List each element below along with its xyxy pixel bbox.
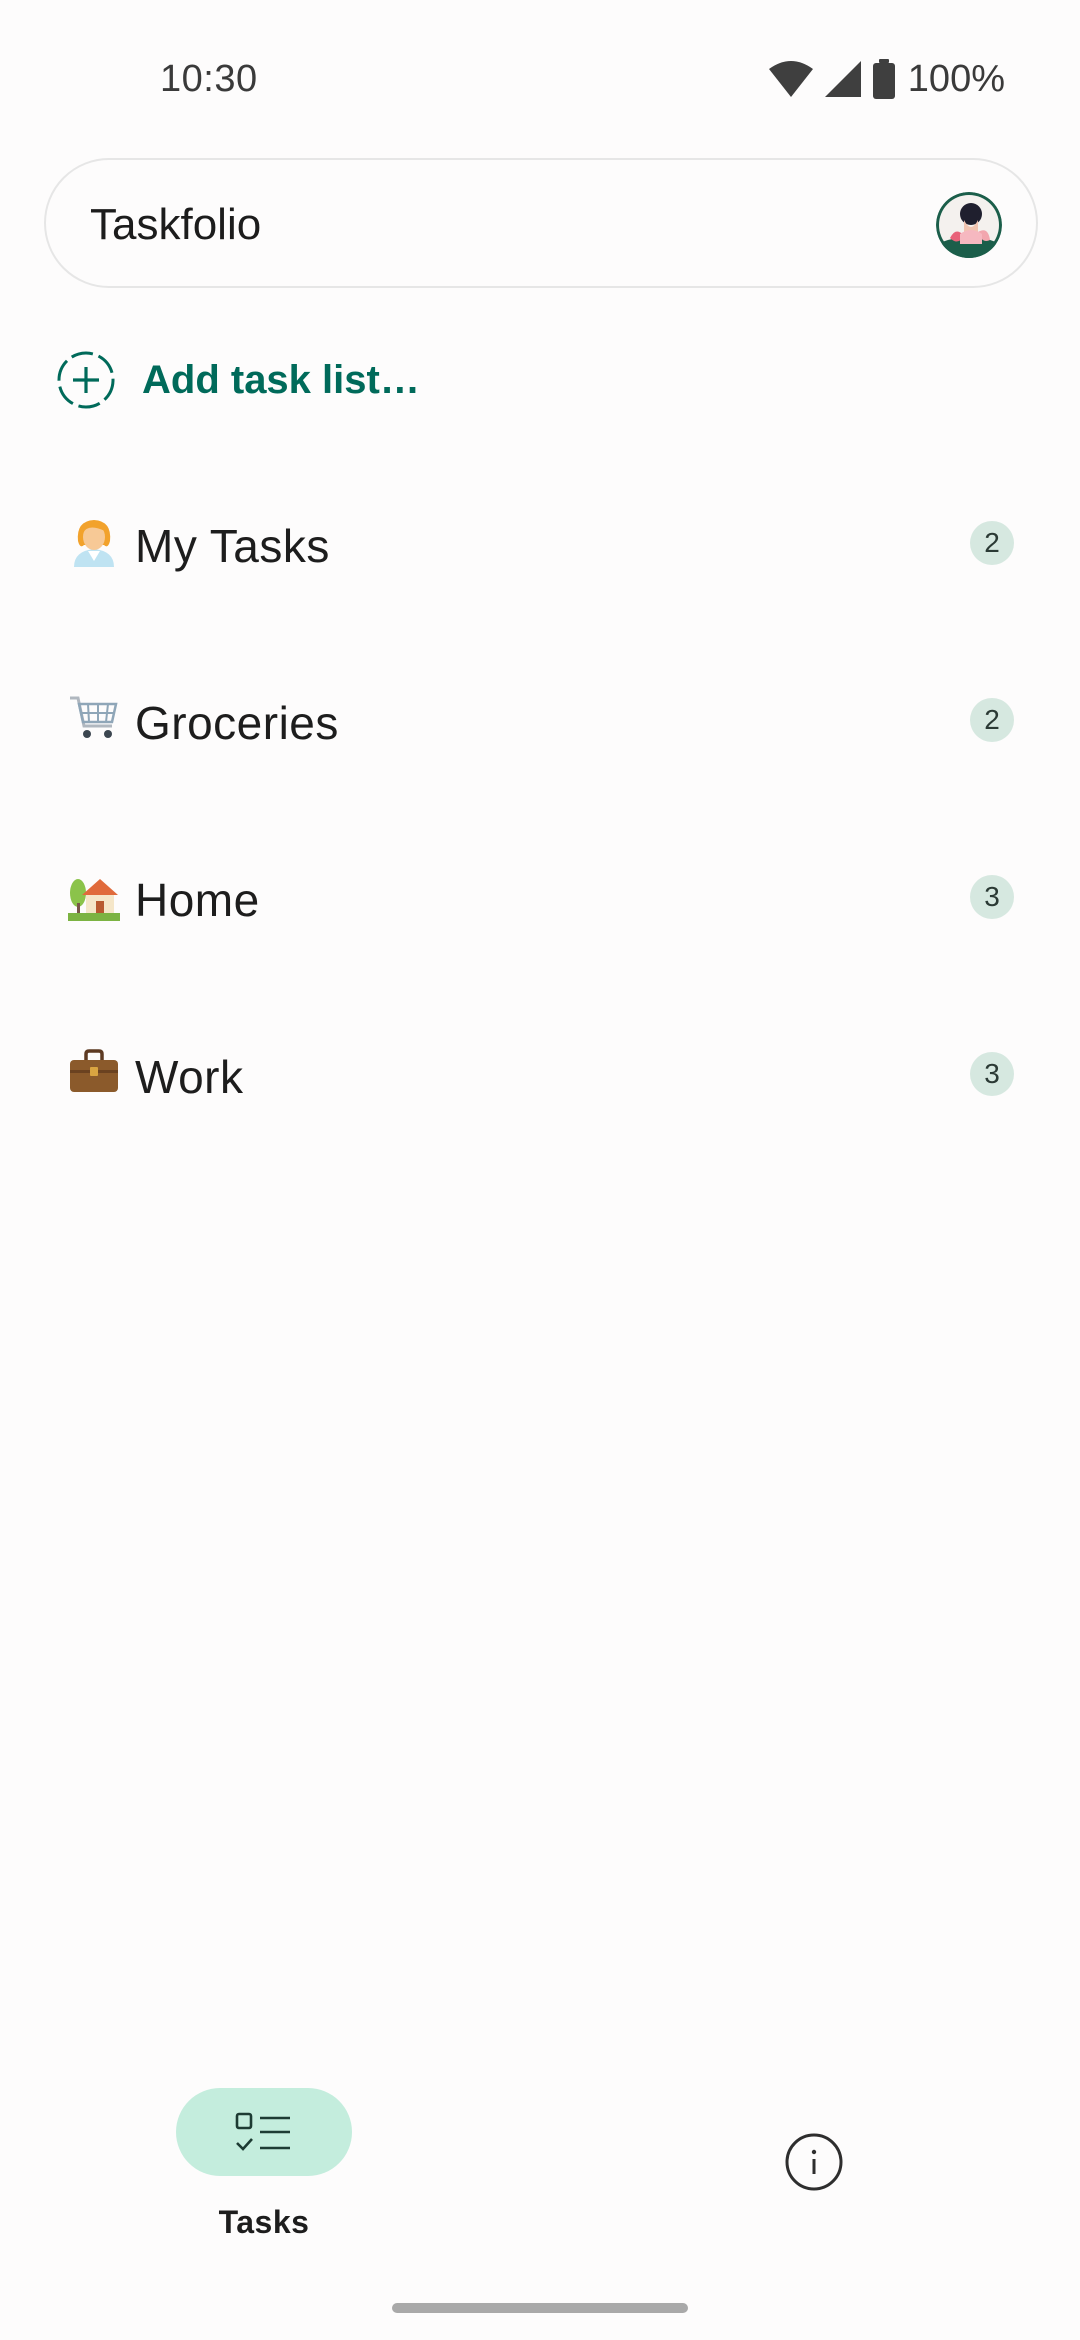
wifi-icon bbox=[768, 61, 813, 97]
list-count-badge: 3 bbox=[970, 1052, 1014, 1096]
office-worker-icon bbox=[74, 520, 114, 567]
list-count-badge: 2 bbox=[970, 698, 1014, 742]
list-item-home[interactable]: Home 3 bbox=[0, 839, 1080, 959]
list-label: Groceries bbox=[135, 697, 339, 749]
gesture-handle[interactable] bbox=[392, 2303, 688, 2313]
status-icons: 100% bbox=[768, 56, 1005, 102]
list-item-my-tasks[interactable]: My Tasks 2 bbox=[0, 485, 1080, 605]
app-title: Taskfolio bbox=[90, 200, 262, 249]
add-task-list-button[interactable]: Add task list… bbox=[56, 344, 420, 416]
user-avatar-icon bbox=[936, 192, 1002, 258]
battery-icon bbox=[872, 59, 895, 99]
nav-tab-tasks[interactable] bbox=[176, 2088, 352, 2176]
list-label: Home bbox=[135, 874, 260, 926]
status-time: 10:30 bbox=[160, 58, 258, 100]
list-item-groceries[interactable]: Groceries 2 bbox=[0, 662, 1080, 782]
briefcase-icon bbox=[70, 1049, 118, 1092]
list-count-badge: 3 bbox=[970, 875, 1014, 919]
house-with-garden-icon bbox=[68, 879, 120, 921]
list-item-work[interactable]: Work 3 bbox=[0, 1016, 1080, 1136]
list-count-badge: 2 bbox=[970, 521, 1014, 565]
checklist-icon bbox=[235, 2112, 290, 2151]
avatar[interactable] bbox=[936, 192, 1002, 258]
status-bar: 10:30 100% bbox=[0, 0, 1080, 160]
list-label: Work bbox=[135, 1051, 244, 1103]
battery-percentage: 100% bbox=[907, 57, 1005, 100]
shopping-cart-icon bbox=[70, 696, 118, 738]
add-task-list-label: Add task list… bbox=[142, 357, 420, 402]
cell-signal-icon bbox=[824, 61, 861, 97]
bottom-navigation: Tasks bbox=[0, 2060, 1080, 2260]
list-label: My Tasks bbox=[135, 520, 330, 572]
search-bar[interactable]: Taskfolio bbox=[44, 158, 1038, 288]
info-icon[interactable] bbox=[784, 2132, 844, 2192]
add-circle-dashed-icon bbox=[57, 351, 115, 409]
nav-tab-tasks-label: Tasks bbox=[218, 2204, 310, 2240]
